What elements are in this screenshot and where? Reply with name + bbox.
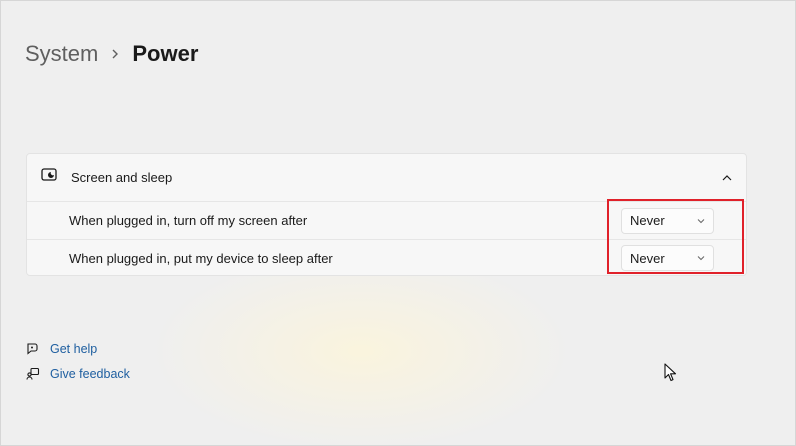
give-feedback-link[interactable]: Give feedback	[25, 364, 130, 384]
screen-and-sleep-title: Screen and sleep	[71, 170, 173, 185]
breadcrumb: System Power	[25, 41, 198, 67]
annotation-highlight-box	[607, 199, 744, 274]
screen-and-sleep-header[interactable]: Screen and sleep	[27, 154, 746, 202]
mouse-pointer-icon	[664, 363, 678, 388]
get-help-label: Get help	[50, 342, 98, 356]
background-glow	[151, 251, 571, 446]
sleep-label: When plugged in, put my device to sleep …	[69, 250, 333, 266]
page-title: Power	[132, 41, 199, 66]
screen-off-label: When plugged in, turn off my screen afte…	[69, 213, 308, 228]
breadcrumb-system[interactable]: System	[25, 41, 98, 67]
get-help-link[interactable]: Get help	[25, 339, 130, 359]
monitor-sleep-icon	[41, 168, 57, 187]
chevron-right-icon	[110, 48, 120, 60]
give-feedback-label: Give feedback	[50, 367, 130, 381]
settings-window: System Power Screen and sleep When plugg…	[0, 0, 796, 446]
help-chat-icon	[25, 341, 41, 357]
feedback-icon	[25, 366, 41, 382]
help-links: Get help Give feedback	[25, 339, 130, 389]
chevron-up-icon[interactable]	[722, 174, 732, 182]
